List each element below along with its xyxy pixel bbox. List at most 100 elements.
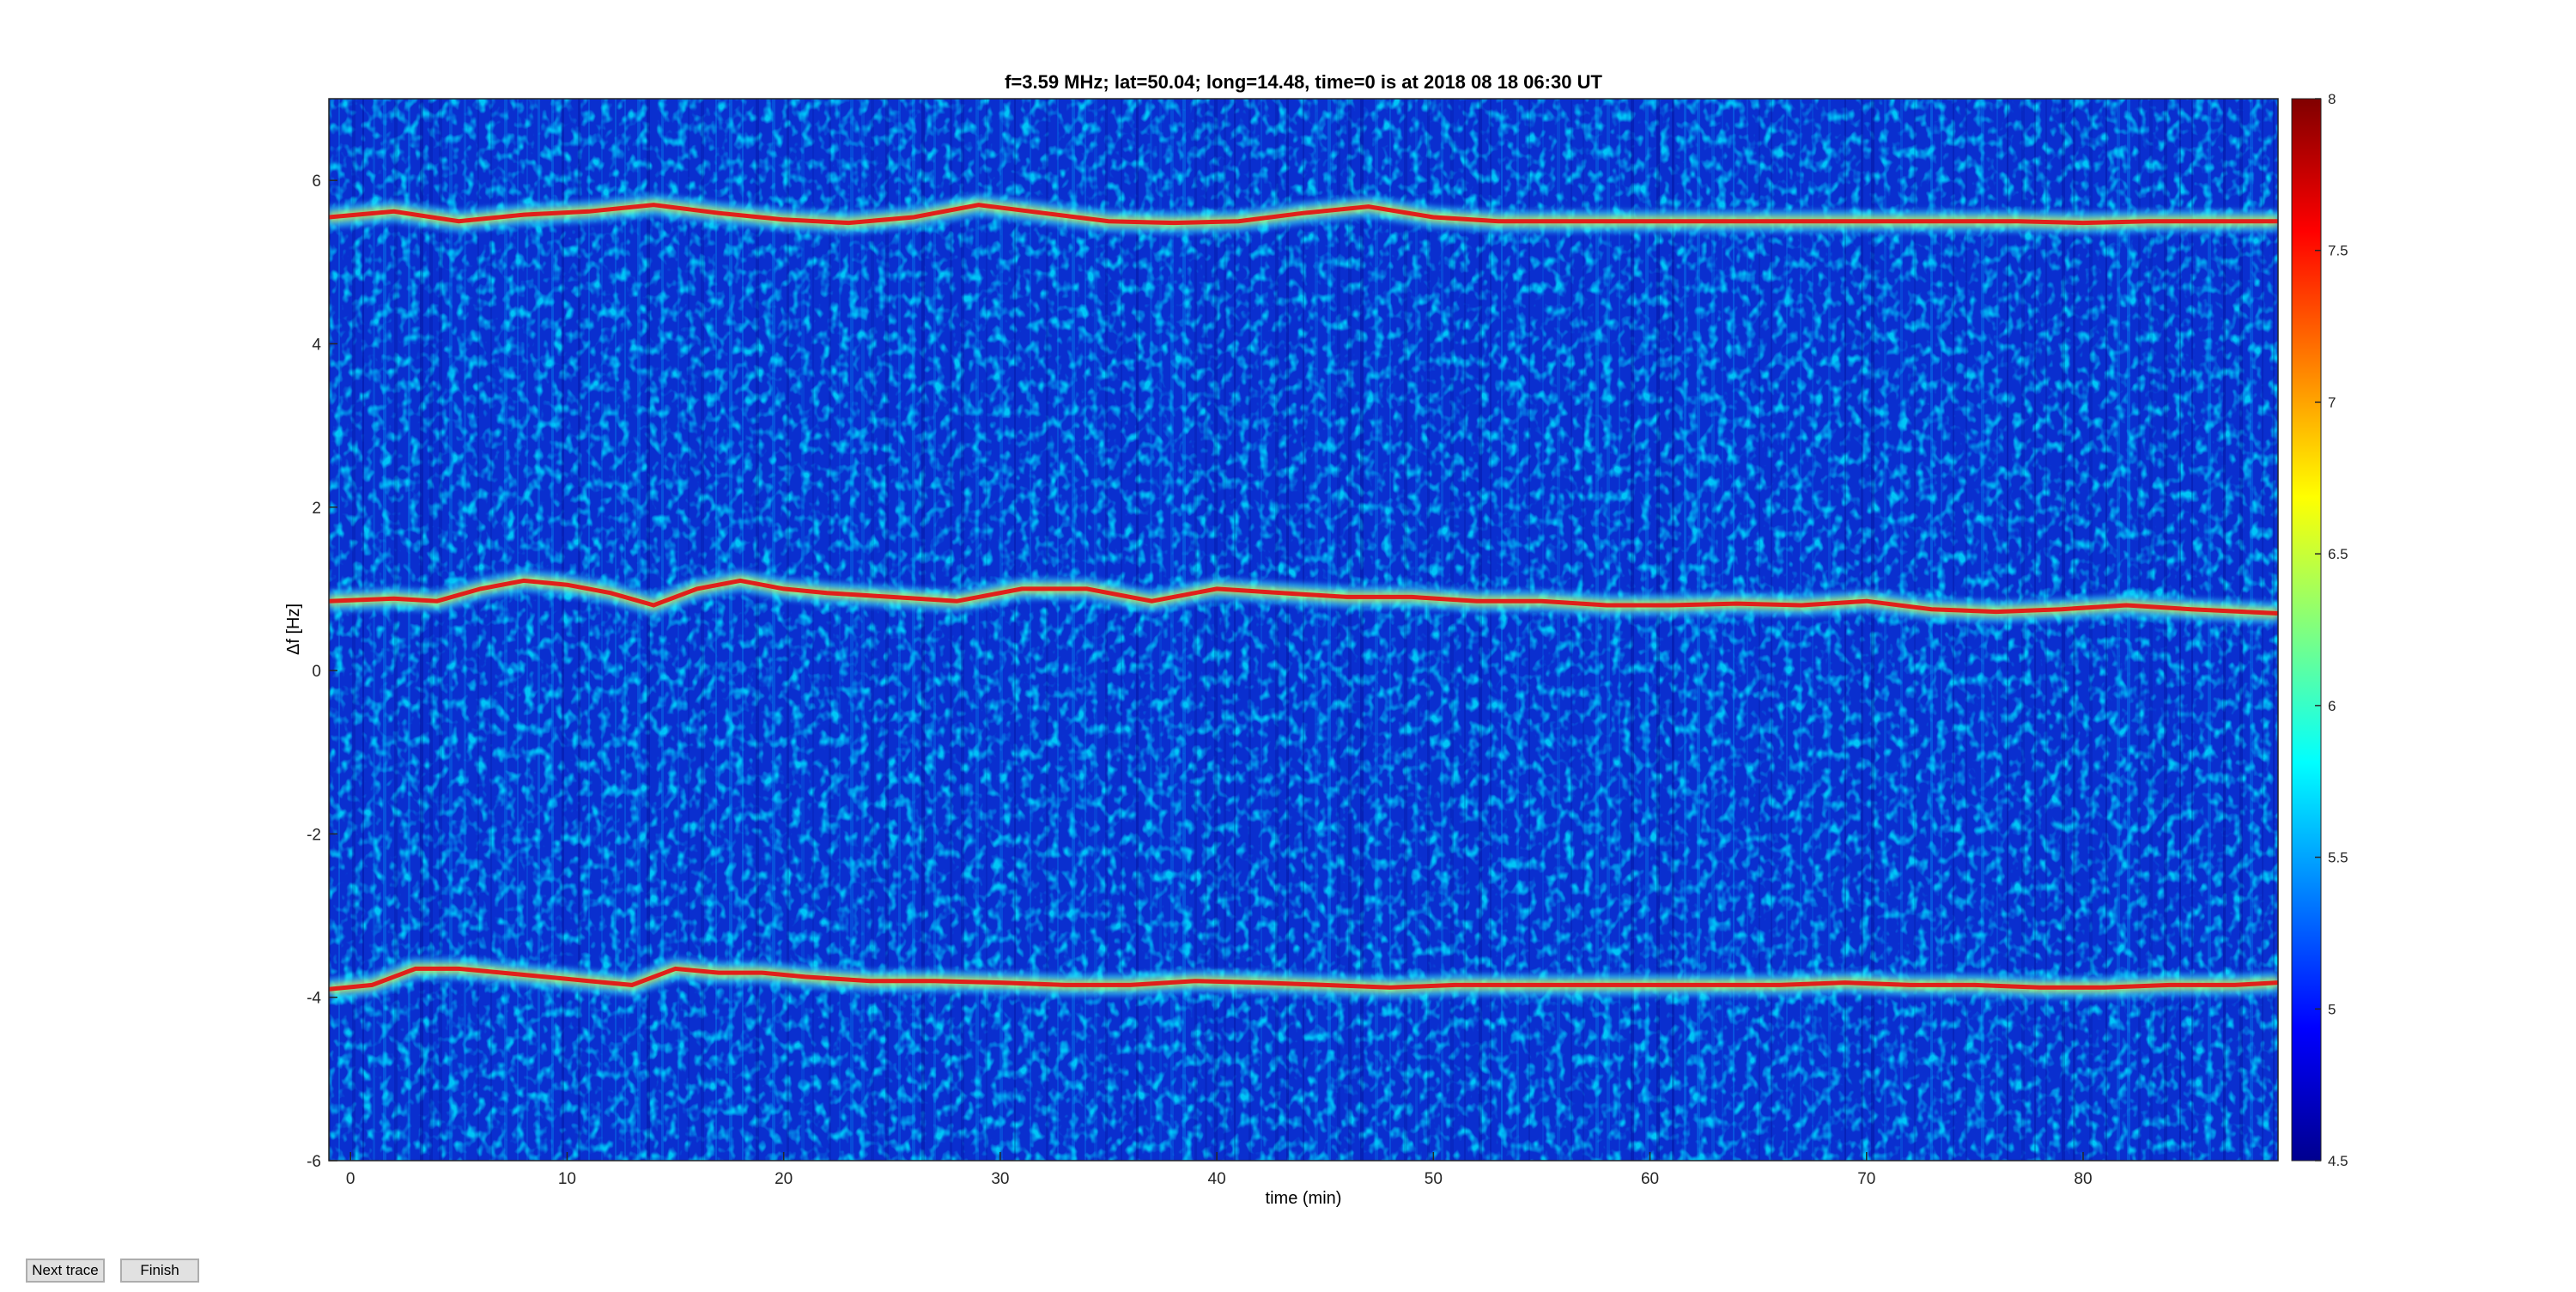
streak — [338, 99, 340, 1161]
x-tick-label: 60 — [1641, 1170, 1659, 1188]
streak — [1315, 99, 1318, 1161]
streak — [1528, 99, 1530, 1161]
next-trace-button[interactable]: Next trace — [26, 1259, 105, 1283]
streak — [1286, 99, 1289, 1161]
streak — [2149, 99, 2153, 1161]
streak — [1094, 99, 1097, 1161]
y-tick-label: 2 — [312, 500, 321, 518]
streak — [1014, 99, 1016, 1161]
streak — [2127, 99, 2130, 1161]
streak — [2250, 99, 2253, 1161]
streak — [1996, 99, 1998, 1161]
streak — [2021, 99, 2025, 1161]
streak — [1733, 99, 1735, 1161]
streak — [601, 99, 603, 1161]
colorbar-tick-label: 5 — [2328, 1001, 2336, 1017]
streak — [2208, 99, 2211, 1161]
streak — [504, 99, 507, 1161]
colorbar: 4.5 5 5.5 6 6.5 7 7.5 8 — [2291, 91, 2348, 1169]
streak — [1249, 99, 1251, 1161]
streak — [2179, 99, 2181, 1161]
streak — [1759, 99, 1760, 1161]
colorbar-tick-label: 7.5 — [2328, 243, 2348, 259]
streak — [812, 99, 814, 1161]
streak — [715, 99, 717, 1161]
streak — [2273, 99, 2275, 1161]
x-tick-label: 70 — [1857, 1170, 1875, 1188]
streak — [517, 99, 519, 1161]
streak — [1516, 99, 1519, 1161]
y-axis-label: Δf [Hz] — [284, 604, 303, 655]
streak — [756, 99, 759, 1161]
finish-button[interactable]: Finish — [120, 1259, 199, 1283]
x-tick-label: 80 — [2074, 1170, 2092, 1188]
streak — [1072, 99, 1075, 1161]
streak — [1631, 99, 1634, 1161]
streak — [439, 99, 442, 1161]
streak — [1607, 99, 1610, 1161]
streak — [921, 99, 925, 1161]
streak — [1619, 99, 1620, 1161]
x-axis-label: time (min) — [1266, 1189, 1342, 1208]
streak — [999, 99, 1003, 1161]
streak — [383, 99, 386, 1161]
streak — [1828, 99, 1831, 1161]
streak — [1084, 99, 1086, 1161]
streak — [362, 99, 364, 1161]
streak — [490, 99, 492, 1161]
streak — [538, 99, 540, 1161]
streak — [1930, 99, 1933, 1161]
streak — [1030, 99, 1031, 1161]
x-tick-label: 50 — [1425, 1170, 1443, 1188]
streak — [2089, 99, 2093, 1161]
streak — [871, 99, 874, 1161]
streak — [578, 99, 580, 1161]
streak — [1672, 99, 1674, 1161]
streak — [1542, 99, 1544, 1161]
streak — [1747, 99, 1748, 1161]
y-tick-label: 6 — [312, 173, 321, 191]
x-tick-label: 0 — [346, 1170, 355, 1188]
plot-area — [328, 98, 2279, 1162]
streak — [624, 99, 626, 1161]
streak — [1404, 99, 1407, 1161]
x-tick-label: 40 — [1208, 1170, 1226, 1188]
streak — [787, 99, 789, 1161]
streak — [2034, 99, 2036, 1161]
streak — [464, 99, 466, 1161]
streak — [2073, 99, 2075, 1161]
streak — [1557, 99, 1560, 1161]
x-tick-label: 30 — [991, 1170, 1009, 1188]
streak — [1170, 99, 1174, 1161]
streak — [975, 99, 979, 1161]
streak — [1953, 99, 1954, 1161]
streak — [661, 99, 664, 1161]
streak — [1464, 99, 1466, 1161]
streak — [1337, 99, 1340, 1161]
streak — [551, 99, 554, 1161]
streak — [1121, 99, 1122, 1161]
streak — [1771, 99, 1772, 1161]
colorbar-tick-label: 6.5 — [2328, 546, 2348, 562]
y-tick-label: 4 — [312, 336, 321, 354]
streak — [1800, 99, 1801, 1161]
streak — [912, 99, 915, 1161]
streak — [1861, 99, 1863, 1161]
streak — [1490, 99, 1492, 1161]
streak — [408, 99, 410, 1161]
spectrogram-figure: 0 10 20 30 40 50 60 70 80 -6 -4 -2 0 2 4 6 f=3.59 MHz;… — [284, 71, 2348, 1208]
y-tick-label: 0 — [312, 663, 321, 681]
streak — [615, 99, 617, 1161]
streak — [637, 99, 641, 1161]
streak — [588, 99, 590, 1161]
streak — [1684, 99, 1686, 1161]
streak — [2239, 99, 2243, 1161]
colorbar-tick-label: 6 — [2328, 698, 2336, 714]
streak — [1441, 99, 1443, 1161]
streak — [2191, 99, 2193, 1161]
streak — [688, 99, 690, 1161]
streak — [1965, 99, 1967, 1161]
streak — [429, 99, 433, 1161]
streak — [2117, 99, 2120, 1161]
chart-title: f=3.59 MHz; lat=50.04; long=14.48, time=… — [1005, 71, 1602, 93]
